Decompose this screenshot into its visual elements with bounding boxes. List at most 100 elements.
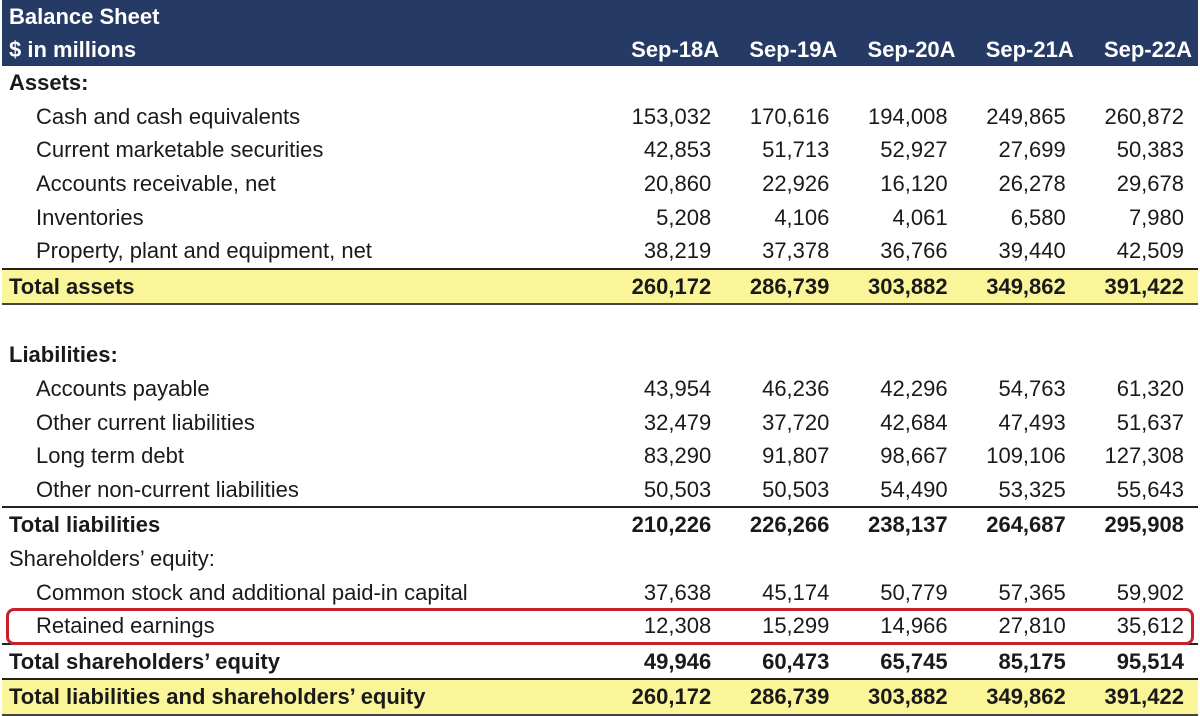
cell-value: 42,296 [880, 376, 948, 402]
cell-value: 194,008 [868, 103, 948, 129]
row-label: Total liabilities and shareholders’ equi… [2, 678, 607, 716]
cell-value: 38,219 [643, 238, 712, 264]
cell-value: 7,980 [1128, 204, 1184, 230]
cell-value: 43,954 [643, 376, 712, 402]
cell-value: 22,926 [762, 171, 830, 197]
table-row: Other current liabilities 32,479 37,720 … [2, 405, 1198, 439]
cell-value: 65,745 [843, 642, 962, 680]
cell-value: 286,739 [725, 678, 844, 716]
cell-value: 20,860 [643, 171, 712, 197]
total-assets-row: Total assets 260,172 286,739 303,882 349… [2, 267, 1198, 306]
cell-value: 42,853 [643, 137, 712, 163]
cell-value: 109,106 [986, 443, 1066, 469]
cell-value: 170,616 [749, 103, 830, 129]
section-heading: Assets: [9, 70, 89, 96]
cell-value: 27,810 [998, 613, 1066, 639]
cell-value: 57,365 [998, 579, 1066, 605]
cell-value: 32,479 [643, 409, 712, 435]
cell-value: 37,378 [762, 238, 830, 264]
row-label: Property, plant and equipment, net [36, 238, 372, 264]
cell-value: 85,175 [961, 642, 1080, 680]
sheet-title: Balance Sheet [2, 0, 607, 33]
cell-value: 27,699 [998, 137, 1066, 163]
row-label: Other non-current liabilities [36, 476, 299, 502]
cell-value: 37,720 [762, 409, 830, 435]
cell-value: 50,503 [762, 476, 830, 502]
row-label: Current marketable securities [36, 137, 324, 163]
row-label: Total liabilities [2, 506, 607, 542]
spacer-row [2, 304, 1198, 338]
row-label: Accounts payable [36, 376, 210, 402]
row-label: Retained earnings [36, 613, 215, 639]
cell-value: 95,514 [1079, 642, 1198, 680]
title-row: Balance Sheet [2, 0, 1198, 33]
table-row: Other non-current liabilities 50,503 50,… [2, 473, 1198, 508]
cell-value: 61,320 [1116, 376, 1184, 402]
cell-value: 264,687 [961, 506, 1080, 542]
cell-value: 303,882 [843, 678, 962, 716]
cell-value: 98,667 [880, 443, 948, 469]
cell-value: 51,713 [762, 137, 830, 163]
cell-value: 91,807 [762, 443, 830, 469]
section-heading-assets: Assets: [2, 66, 1198, 100]
cell-value: 14,966 [880, 613, 948, 639]
period-header: Sep-22A [1079, 33, 1198, 66]
cell-value: 55,643 [1116, 476, 1184, 502]
cell-value: 50,779 [880, 579, 948, 605]
cell-value: 153,032 [631, 103, 712, 129]
cell-value: 51,637 [1116, 409, 1184, 435]
section-heading: Shareholders’ equity: [9, 546, 215, 572]
period-header: Sep-20A [843, 33, 962, 66]
cell-value: 42,684 [880, 409, 948, 435]
cell-value: 45,174 [762, 579, 830, 605]
total-equity-row: Total shareholders’ equity 49,946 60,473… [2, 642, 1198, 680]
cell-value: 249,865 [986, 103, 1066, 129]
cell-value: 127,308 [1104, 443, 1184, 469]
section-heading-equity: Shareholders’ equity: [2, 542, 1198, 576]
cell-value: 83,290 [643, 443, 712, 469]
cell-value: 15,299 [762, 613, 830, 639]
table-row: Current marketable securities 42,853 51,… [2, 133, 1198, 167]
row-label: Cash and cash equivalents [36, 103, 301, 129]
total-liabilities-equity-row: Total liabilities and shareholders’ equi… [2, 678, 1198, 716]
cell-value: 35,612 [1116, 613, 1184, 639]
cell-value: 29,678 [1116, 171, 1184, 197]
cell-value: 50,383 [1116, 137, 1184, 163]
cell-value: 5,208 [656, 204, 712, 230]
cell-value: 53,325 [998, 476, 1066, 502]
row-label: Inventories [36, 204, 144, 230]
cell-value: 36,766 [880, 238, 948, 264]
cell-value: 50,503 [643, 476, 712, 502]
row-label: Other current liabilities [36, 409, 255, 435]
cell-value: 238,137 [843, 506, 962, 542]
table-row: Accounts receivable, net 20,860 22,926 1… [2, 167, 1198, 201]
row-label: Long term debt [36, 443, 184, 469]
cell-value: 391,422 [1079, 267, 1198, 306]
cell-value: 26,278 [998, 171, 1066, 197]
row-label: Accounts receivable, net [36, 171, 276, 197]
table-row: Cash and cash equivalents 153,032 170,61… [2, 100, 1198, 134]
cell-value: 59,902 [1116, 579, 1184, 605]
section-heading-liabilities: Liabilities: [2, 338, 1198, 372]
units-label: $ in millions [2, 33, 607, 66]
cell-value: 286,739 [725, 267, 844, 306]
cell-value: 226,266 [725, 506, 844, 542]
cell-value: 54,763 [998, 376, 1066, 402]
cell-value: 12,308 [643, 613, 712, 639]
cell-value: 46,236 [762, 376, 830, 402]
period-header: Sep-19A [725, 33, 844, 66]
cell-value: 6,580 [1010, 204, 1066, 230]
row-label: Common stock and additional paid-in capi… [36, 579, 468, 605]
table-row: Long term debt 83,290 91,807 98,667 109,… [2, 439, 1198, 473]
balance-sheet: Balance Sheet $ in millions Sep-18A Sep-… [0, 0, 1200, 716]
period-header: Sep-21A [961, 33, 1080, 66]
cell-value: 37,638 [643, 579, 712, 605]
retained-earnings-row: Retained earnings 12,308 15,299 14,966 2… [2, 609, 1198, 644]
cell-value: 16,120 [880, 171, 948, 197]
cell-value: 295,908 [1079, 506, 1198, 542]
cell-value: 349,862 [961, 678, 1080, 716]
cell-value: 4,106 [774, 204, 830, 230]
cell-value: 4,061 [892, 204, 948, 230]
cell-value: 52,927 [880, 137, 948, 163]
table-row: Property, plant and equipment, net 38,21… [2, 234, 1198, 269]
